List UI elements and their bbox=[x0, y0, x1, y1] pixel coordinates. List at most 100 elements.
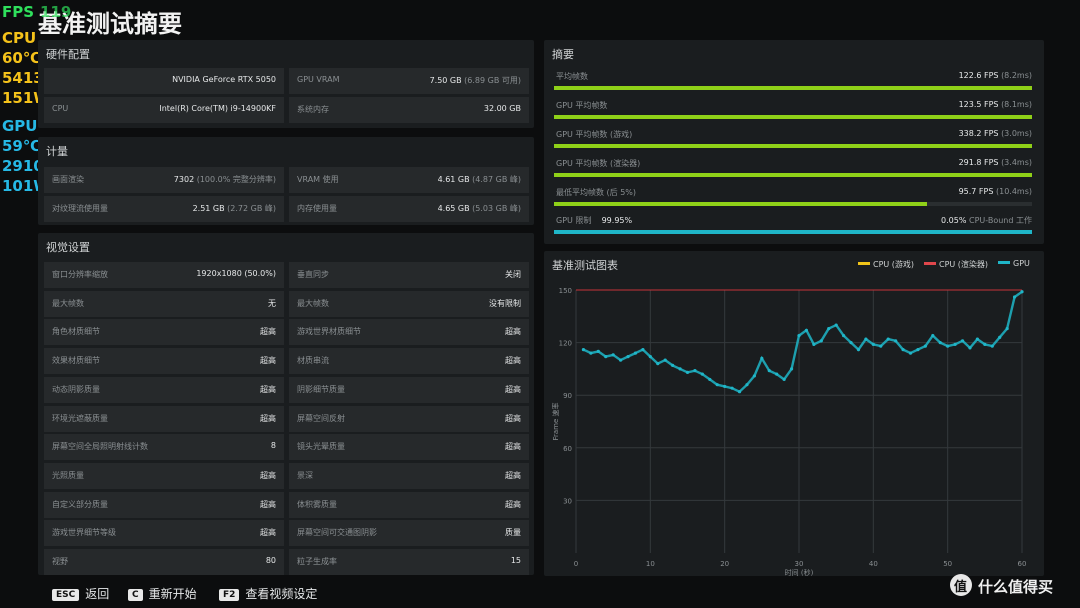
setting-value: 8 bbox=[270, 441, 276, 450]
gpu-data-point bbox=[938, 341, 942, 345]
gpu-data-point bbox=[946, 344, 950, 348]
gpu-data-point bbox=[1005, 326, 1009, 331]
summary-row-1: GPU 平均帧数 123.5 FPS (8.1ms) bbox=[554, 97, 1032, 123]
gpu-series-line bbox=[582, 290, 1023, 394]
cpu-overlay-label: CPU bbox=[2, 29, 37, 47]
setting-value: 超高 bbox=[260, 356, 276, 365]
summary-bar bbox=[554, 86, 1032, 90]
gpu-data-point bbox=[626, 355, 630, 359]
gpu-data-point bbox=[827, 326, 831, 331]
gpu-data-point bbox=[953, 342, 957, 346]
summary-row-3: GPU 平均帧数 (渲染器) 291.8 FPS (3.4ms) bbox=[554, 155, 1032, 181]
visual-setting-right-3: 材质串流 超高 bbox=[289, 348, 529, 374]
visual-setting-right-1: 最大帧数 没有限制 bbox=[289, 291, 529, 317]
gpu-data-point bbox=[737, 390, 742, 394]
setting-value: 1920x1080 (50.0%) bbox=[196, 269, 276, 278]
y-axis-label: Frame 速率 bbox=[551, 402, 560, 440]
gpu-data-point bbox=[678, 367, 682, 371]
setting-label: 屏幕空间可交通图阴影 bbox=[297, 528, 377, 537]
setting-value: 80 bbox=[265, 556, 276, 565]
gpu-data-point bbox=[886, 337, 890, 341]
gpu-data-point bbox=[849, 341, 853, 345]
gpu-data-point bbox=[752, 374, 756, 378]
gpu-data-point bbox=[916, 348, 920, 352]
summary-label: GPU 平均帧数 (渲染器) bbox=[556, 159, 641, 168]
summary-value: 338.2 FPS bbox=[958, 129, 999, 138]
gpu-data-point bbox=[589, 351, 593, 355]
fps-overlay-value: 119 bbox=[40, 3, 72, 21]
visual-setting-right-7: 景深 超高 bbox=[289, 463, 529, 489]
summary-row-0: 平均帧数 122.6 FPS (8.2ms) bbox=[554, 68, 1032, 94]
gpu-data-point bbox=[775, 372, 779, 376]
cpu-bound-label: CPU-Bound 工作 bbox=[968, 216, 1032, 225]
y-tick-label: 30 bbox=[563, 497, 572, 505]
setting-value: 质量 bbox=[505, 528, 521, 537]
visual-settings-title: 视觉设置 bbox=[46, 241, 90, 254]
visual-setting-right-4: 阴影细节质量 超高 bbox=[289, 377, 529, 403]
setting-value: 超高 bbox=[505, 414, 521, 423]
setting-label: 景深 bbox=[297, 471, 313, 480]
footer-back[interactable]: ESC 返回 bbox=[52, 585, 109, 602]
visual-setting-left-8: 自定义部分质量 超高 bbox=[44, 492, 284, 518]
gpu-name: NVIDIA GeForce RTX 5050 bbox=[172, 75, 276, 84]
gpu-data-point bbox=[908, 351, 913, 355]
gpu-data-point bbox=[708, 377, 712, 382]
fps-overlay-label: FPS bbox=[2, 3, 35, 21]
cpu-bound-value: 0.05% bbox=[941, 216, 967, 225]
gpu-data-point bbox=[990, 344, 994, 348]
x-tick-label: 20 bbox=[720, 560, 729, 568]
gpu-data-point bbox=[581, 348, 586, 352]
visual-setting-left-4: 动态阴影质量 超高 bbox=[44, 377, 284, 403]
setting-label: 屏幕空间全局照明射线计数 bbox=[52, 442, 148, 451]
metrics-panel-title: 计量 bbox=[46, 145, 68, 158]
gpu-data-point bbox=[723, 384, 727, 389]
y-tick-label: 150 bbox=[559, 287, 572, 295]
summary-value: 95.7 FPS bbox=[958, 187, 994, 196]
metrics-row-texture: 对纹理流使用量 2.51 GB (2.72 GB 峰) bbox=[44, 196, 284, 222]
gpu-data-point bbox=[819, 339, 823, 343]
summary-label: GPU 平均帧数 (游戏) bbox=[556, 130, 633, 139]
gpu-data-point bbox=[730, 386, 734, 390]
summary-row-2: GPU 平均帧数 (游戏) 338.2 FPS (3.0ms) bbox=[554, 126, 1032, 152]
visual-setting-right-10: 粒子生成率 15 bbox=[289, 549, 529, 575]
gpu-data-point bbox=[842, 333, 846, 338]
setting-label: 游戏世界细节等级 bbox=[52, 528, 116, 537]
gpu-data-point bbox=[901, 348, 905, 352]
setting-label: 窗口分辨率缩放 bbox=[52, 270, 108, 279]
summary-label: 最低平均帧数 (后 5%) bbox=[556, 188, 637, 197]
gpu-data-point bbox=[611, 353, 615, 357]
setting-value: 超高 bbox=[505, 471, 521, 480]
gpu-data-point bbox=[715, 383, 719, 387]
setting-value: 超高 bbox=[260, 414, 276, 423]
footer-video-settings[interactable]: F2 查看视频设定 bbox=[219, 585, 317, 602]
setting-label: 屏幕空间反射 bbox=[297, 414, 345, 423]
setting-label: 环境光遮蔽质量 bbox=[52, 414, 108, 423]
setting-label: 视野 bbox=[52, 557, 68, 566]
gpu-data-point bbox=[834, 323, 838, 327]
visual-setting-left-0: 窗口分辨率缩放 1920x1080 (50.0%) bbox=[44, 262, 284, 288]
setting-value: 超高 bbox=[260, 500, 276, 509]
gpu-data-point bbox=[767, 369, 771, 373]
gpu-data-point bbox=[804, 328, 809, 332]
visual-setting-right-0: 垂直同步 关闭 bbox=[289, 262, 529, 288]
gpu-data-point bbox=[745, 383, 749, 387]
hardware-row-gpu: NVIDIA GeForce RTX 5050 bbox=[44, 68, 284, 94]
gpu-data-point bbox=[983, 342, 987, 346]
hardware-panel-title: 硬件配置 bbox=[46, 48, 90, 61]
summary-row-4: 最低平均帧数 (后 5%) 95.7 FPS (10.4ms) bbox=[554, 184, 1032, 210]
summary-bar bbox=[554, 115, 1032, 119]
gpu-data-point bbox=[1020, 290, 1024, 294]
setting-label: 效果材质细节 bbox=[52, 356, 100, 365]
visual-setting-left-10: 视野 80 bbox=[44, 549, 284, 575]
setting-value: 超高 bbox=[260, 471, 276, 480]
summary-bar bbox=[554, 202, 927, 206]
visual-setting-right-5: 屏幕空间反射 超高 bbox=[289, 406, 529, 432]
visual-setting-left-2: 角色材质细节 超高 bbox=[44, 319, 284, 345]
y-tick-label: 60 bbox=[563, 445, 572, 453]
visual-setting-left-3: 效果材质细节 超高 bbox=[44, 348, 284, 374]
gpu-data-point bbox=[700, 372, 704, 376]
gpu-data-point bbox=[864, 337, 868, 341]
visual-setting-left-5: 环境光遮蔽质量 超高 bbox=[44, 406, 284, 432]
setting-label: 材质串流 bbox=[297, 356, 329, 365]
footer-restart[interactable]: C 重新开始 bbox=[128, 585, 197, 602]
